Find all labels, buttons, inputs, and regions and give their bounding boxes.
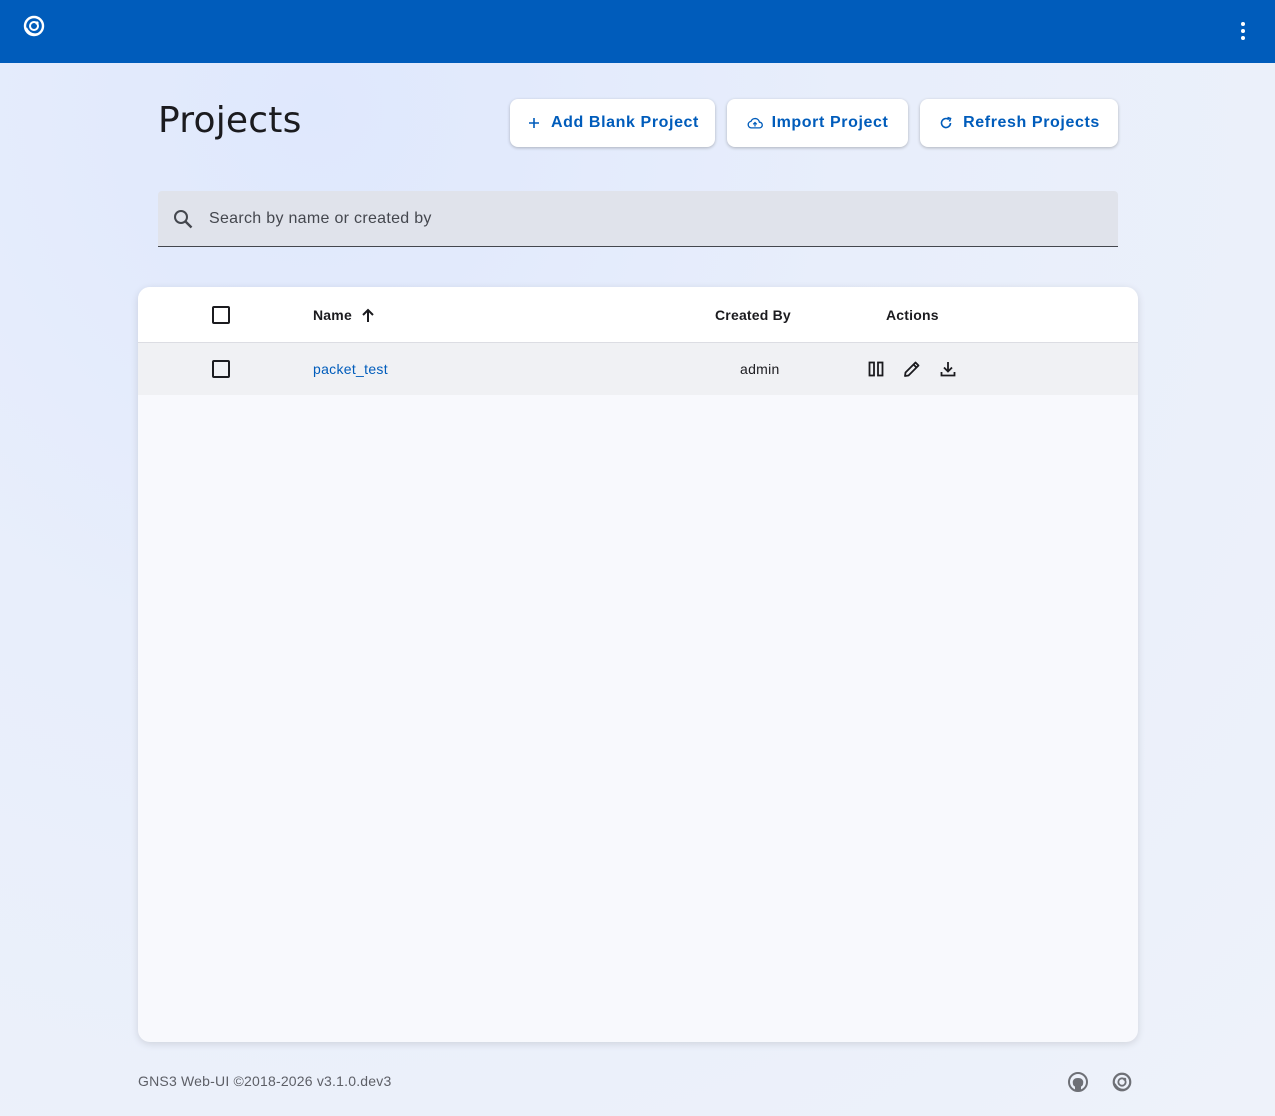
page-title: Projects xyxy=(158,100,302,141)
add-blank-project-label: Add Blank Project xyxy=(550,114,699,131)
column-header-name[interactable]: Name xyxy=(313,307,375,326)
gns3-logo-icon[interactable] xyxy=(22,14,46,38)
add-blank-project-button[interactable]: Add Blank Project xyxy=(510,99,715,147)
refresh-projects-button[interactable]: Refresh Projects xyxy=(920,99,1118,147)
table-header: Name Created By Actions xyxy=(138,287,1138,343)
top-toolbar xyxy=(0,0,1275,63)
row-checkbox[interactable] xyxy=(212,360,230,378)
created-by-cell: admin xyxy=(740,361,780,377)
column-name-label: Name xyxy=(313,307,352,323)
cloud-upload-icon xyxy=(747,115,763,131)
import-project-button[interactable]: Import Project xyxy=(727,99,908,147)
plus-icon xyxy=(526,115,542,131)
search-input[interactable] xyxy=(209,191,1099,246)
search-field xyxy=(158,191,1118,247)
gns3-logo-icon[interactable] xyxy=(1111,1071,1133,1093)
select-all-checkbox[interactable] xyxy=(212,306,230,324)
column-header-actions: Actions xyxy=(886,307,939,323)
pause-icon[interactable] xyxy=(864,357,888,381)
search-icon xyxy=(172,208,194,230)
refresh-projects-label: Refresh Projects xyxy=(963,114,1100,131)
project-name-link[interactable]: packet_test xyxy=(313,361,388,377)
more-vert-icon[interactable] xyxy=(1231,18,1255,44)
projects-table: Name Created By Actions packet_test admi… xyxy=(138,287,1138,1042)
github-icon[interactable] xyxy=(1067,1071,1089,1093)
table-row[interactable]: packet_test admin xyxy=(138,343,1138,395)
footer-copyright: GNS3 Web-UI ©2018-2026 v3.1.0.dev3 xyxy=(138,1073,392,1089)
column-header-created-by[interactable]: Created By xyxy=(715,307,791,323)
download-icon[interactable] xyxy=(936,357,960,381)
edit-icon[interactable] xyxy=(900,357,924,381)
refresh-icon xyxy=(938,115,954,131)
import-project-label: Import Project xyxy=(771,114,889,131)
arrow-up-icon xyxy=(361,307,375,326)
